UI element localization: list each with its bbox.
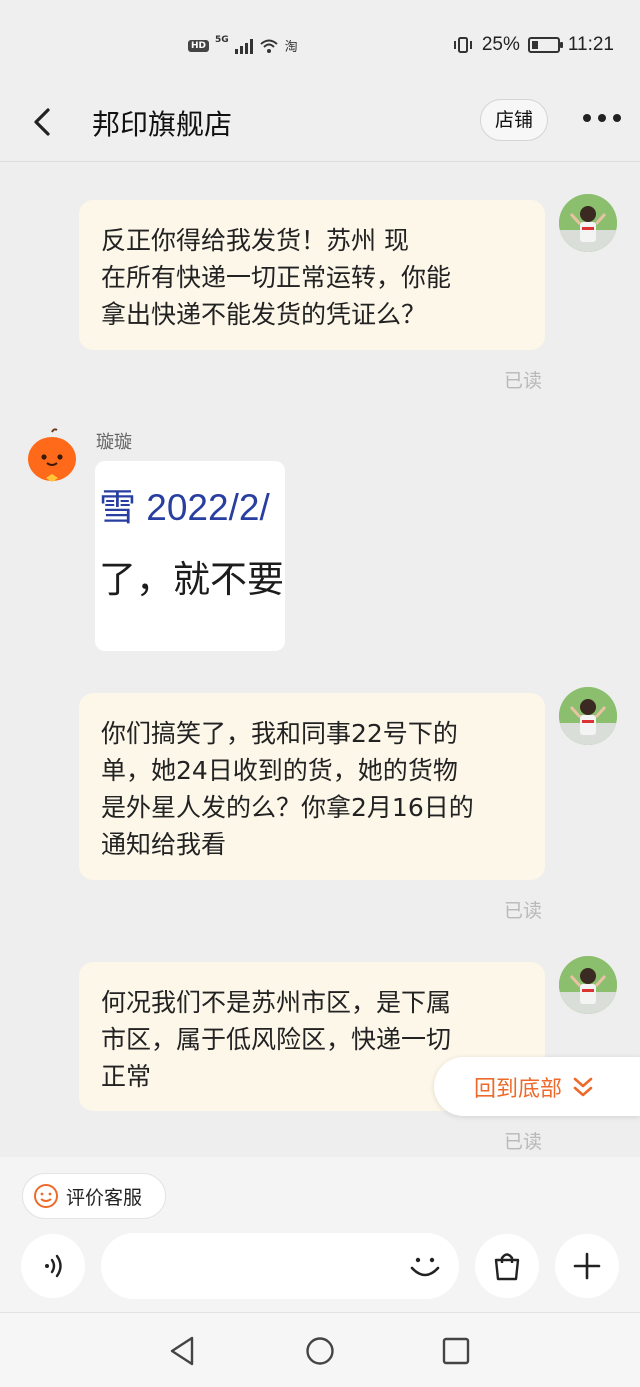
vibrate-icon [453, 37, 472, 53]
nav-home-icon[interactable] [305, 1336, 335, 1366]
message-input[interactable] [101, 1233, 459, 1299]
rate-service-label: 评价客服 [66, 1186, 143, 1209]
battery-percent: 25% [481, 34, 520, 55]
more-actions-button[interactable] [555, 1234, 619, 1298]
status-left: HD 5G 淘 [188, 34, 298, 55]
emoji-icon[interactable] [405, 1246, 445, 1286]
page-title: 邦印旗舰店 [92, 108, 233, 141]
read-receipt: 已读 [504, 370, 543, 392]
battery-icon [527, 37, 563, 53]
more-menu-icon[interactable] [583, 114, 621, 122]
rate-service-button[interactable]: 评价客服 [22, 1173, 166, 1219]
status-right: 25% 11:21 [452, 34, 614, 56]
goods-button[interactable] [475, 1234, 539, 1298]
image-text-line: 了，就不要 [99, 558, 284, 601]
nav-recents-icon[interactable] [442, 1337, 470, 1365]
agent-name: 璇璇 [96, 432, 132, 453]
user-avatar[interactable] [559, 687, 617, 745]
taobao-notify-icon: 淘 [284, 40, 298, 55]
back-arrow-icon[interactable] [28, 104, 58, 140]
message-bubble[interactable]: 反正你得给我发货！苏州 现 在所有快递一切正常运转，你能 拿出快递不能发货的凭证… [79, 200, 545, 350]
input-panel: 评价客服 [0, 1157, 640, 1312]
system-nav-bar [0, 1312, 640, 1387]
shop-button[interactable]: 店铺 [480, 99, 548, 141]
chat-header: 邦印旗舰店 店铺 [0, 84, 640, 162]
net-label: 5G [215, 34, 229, 45]
image-message[interactable]: 雪 2022/2/ 了，就不要 [95, 461, 285, 651]
jump-to-bottom-label: 回到底部 [474, 1076, 563, 1102]
clock: 11:21 [567, 34, 614, 55]
double-chevron-down-icon [573, 1077, 593, 1096]
read-receipt: 已读 [504, 1131, 543, 1153]
plus-icon [573, 1252, 601, 1280]
wifi-icon [260, 39, 278, 53]
voice-icon [45, 1254, 62, 1278]
read-receipt: 已读 [504, 900, 543, 922]
agent-avatar[interactable] [26, 428, 78, 484]
status-bar: HD 5G 淘 25% 11:21 [0, 0, 640, 84]
user-avatar[interactable] [559, 956, 617, 1014]
image-text-line: 雪 2022/2/ [99, 487, 270, 528]
message-bubble[interactable]: 你们搞笑了，我和同事22号下的 单，她24日收到的货，她的货物 是外星人发的么？… [79, 693, 545, 880]
signal-icon [234, 38, 253, 54]
shopping-bag-icon [494, 1253, 520, 1281]
jump-to-bottom-button[interactable]: 回到底部 [434, 1057, 640, 1116]
hd-badge: HD [188, 39, 210, 52]
user-avatar[interactable] [559, 194, 617, 252]
nav-back-icon[interactable] [168, 1335, 196, 1367]
smile-icon [34, 1184, 58, 1208]
voice-button[interactable] [21, 1234, 85, 1298]
